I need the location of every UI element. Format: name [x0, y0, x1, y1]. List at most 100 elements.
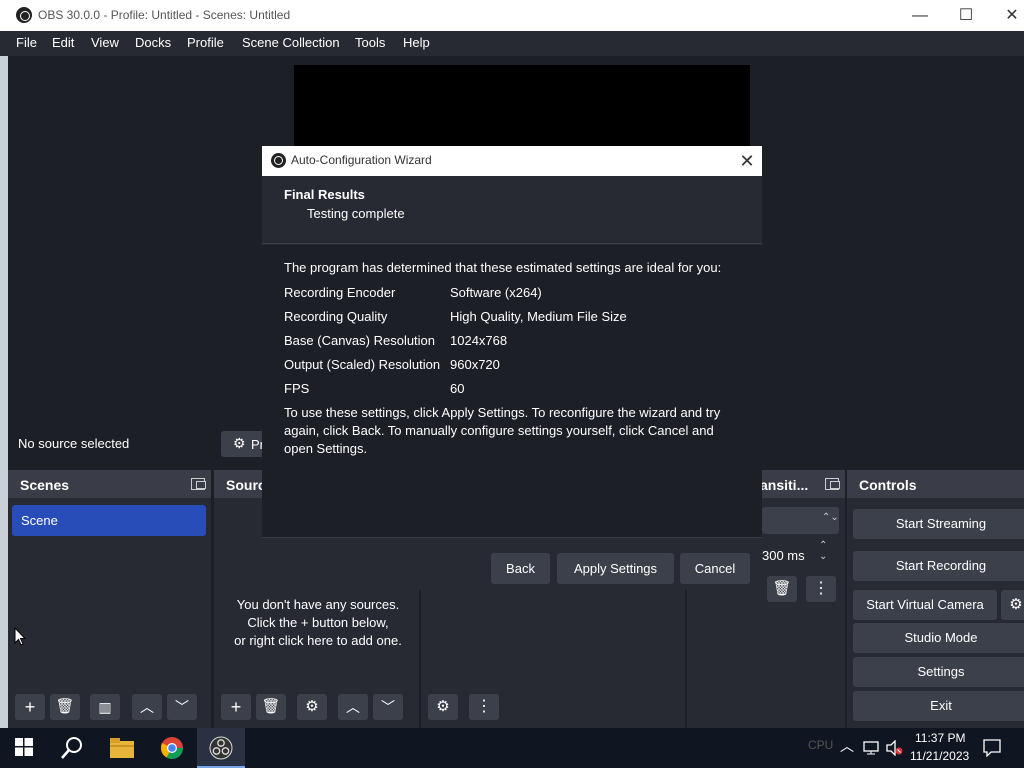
notifications-icon[interactable] — [983, 739, 1001, 757]
window-title: OBS 30.0.0 - Profile: Untitled - Scenes:… — [38, 8, 291, 22]
transition-select[interactable]: ⌃⌄ — [762, 507, 839, 534]
tray-time[interactable]: 11:37 PM — [915, 731, 965, 745]
dialog-header-subtitle: Testing complete — [307, 206, 405, 221]
menu-help[interactable]: Help — [403, 35, 430, 50]
menu-view[interactable]: View — [91, 35, 119, 50]
transitions-dock-title: ansiti... — [760, 477, 809, 493]
plus-icon: + — [24, 697, 36, 717]
exit-button[interactable]: Exit — [853, 691, 1024, 721]
dialog-intro: The program has determined that these es… — [284, 260, 722, 275]
minimize-button[interactable]: — — [897, 0, 943, 31]
mixer-menu-button[interactable]: ⋮ — [469, 694, 499, 720]
setting-label: Base (Canvas) Resolution — [284, 333, 436, 348]
dialog-close-button[interactable]: ✕ — [736, 150, 758, 172]
obs-logo-icon — [16, 7, 32, 23]
search-icon[interactable] — [60, 736, 84, 760]
tray-chevron-up-icon[interactable]: ︿ — [840, 736, 854, 756]
setting-label: Recording Quality — [284, 309, 388, 324]
volume-muted-icon[interactable] — [886, 740, 904, 756]
desktop-edge — [0, 56, 8, 728]
chrome-icon[interactable] — [160, 736, 184, 760]
mixer-settings-button[interactable]: ⚙ — [428, 694, 458, 720]
updown-icon: ⌃⌄ — [822, 512, 839, 523]
menu-scene-collection[interactable]: Scene Collection — [242, 35, 340, 50]
gear-icon: ⚙ — [436, 698, 450, 715]
setting-label: FPS — [284, 381, 310, 396]
plus-icon: + — [230, 697, 242, 717]
chevron-up-icon: ︿ — [346, 699, 360, 715]
dialog-note: To use these settings, click Apply Setti… — [284, 405, 721, 456]
windows-start-icon[interactable] — [15, 738, 33, 756]
empty-sources-message[interactable]: You don't have any sources. Click the + … — [216, 596, 420, 650]
virtual-camera-settings-button[interactable]: ⚙ — [1001, 590, 1024, 620]
setting-value: High Quality, Medium File Size — [450, 309, 627, 324]
move-source-down-button[interactable]: ﹀ — [373, 694, 403, 720]
remove-source-button[interactable]: 🗑 — [256, 694, 286, 720]
no-source-label: No source selected — [18, 436, 130, 451]
filter-icon: ▥ — [98, 699, 112, 715]
scene-list-item[interactable]: Scene — [12, 505, 206, 536]
undock-icon[interactable] — [191, 478, 206, 490]
scene-filters-button[interactable]: ▥ — [90, 694, 120, 720]
start-recording-button[interactable]: Start Recording — [853, 551, 1024, 581]
apply-settings-button[interactable]: Apply Settings — [557, 553, 674, 584]
start-streaming-button[interactable]: Start Streaming — [853, 509, 1024, 539]
tray-date[interactable]: 11/21/2023 — [910, 749, 969, 763]
menu-tools[interactable]: Tools — [355, 35, 385, 50]
empty-sources-line1: You don't have any sources. — [236, 597, 400, 612]
remove-transition-button[interactable]: 🗑 — [767, 576, 797, 602]
gear-icon: ⚙ — [233, 435, 246, 451]
menu-docks[interactable]: Docks — [135, 35, 171, 50]
move-scene-up-button[interactable]: ︿ — [132, 694, 162, 720]
setting-value: 960x720 — [450, 357, 500, 372]
chevron-down-icon: ﹀ — [381, 699, 395, 715]
mouse-cursor-icon — [14, 627, 26, 646]
obs-logo-icon — [271, 153, 286, 168]
network-icon[interactable] — [862, 740, 880, 756]
more-vertical-icon: ⋮ — [476, 698, 492, 715]
file-explorer-icon[interactable] — [110, 738, 134, 758]
cpu-indicator: CPU — [808, 738, 834, 752]
sources-dock-title: Sourc — [226, 477, 266, 493]
empty-sources-line2: Click the + button below, — [247, 615, 389, 630]
setting-label: Output (Scaled) Resolution — [284, 357, 441, 372]
setting-value: 60 — [450, 381, 465, 396]
studio-mode-button[interactable]: Studio Mode — [853, 623, 1024, 653]
chevron-down-icon: ﹀ — [175, 699, 189, 715]
add-source-button[interactable]: + — [221, 694, 251, 720]
start-virtual-camera-button[interactable]: Start Virtual Camera — [853, 590, 997, 620]
close-window-button[interactable]: ✕ — [989, 0, 1024, 31]
menu-profile[interactable]: Profile — [187, 35, 224, 50]
preview-canvas[interactable] — [294, 65, 750, 153]
move-source-up-button[interactable]: ︿ — [338, 694, 368, 720]
source-properties-button[interactable]: ⚙ — [297, 694, 327, 720]
trash-icon: 🗑 — [55, 698, 75, 715]
transition-duration[interactable]: 300 ms — [762, 548, 805, 563]
dialog-header-title: Final Results — [284, 187, 365, 202]
controls-dock-header: Controls — [847, 470, 1024, 498]
menu-edit[interactable]: Edit — [52, 35, 74, 50]
maximize-button[interactable]: ☐ — [943, 0, 989, 31]
obs-taskbar-item[interactable] — [197, 728, 245, 768]
duration-spin-icon[interactable]: ⌃ ⌄ — [819, 540, 827, 562]
settings-button[interactable]: Settings — [853, 657, 1024, 687]
move-scene-down-button[interactable]: ﹀ — [167, 694, 197, 720]
add-scene-button[interactable]: + — [15, 694, 45, 720]
chevron-up-icon: ︿ — [140, 699, 154, 715]
gear-icon: ⚙ — [305, 698, 319, 715]
obs-icon — [209, 736, 233, 760]
remove-scene-button[interactable]: 🗑 — [50, 694, 80, 720]
window-titlebar: OBS 30.0.0 - Profile: Untitled - Scenes:… — [0, 0, 1024, 31]
scenes-dock-title: Scenes — [20, 477, 70, 493]
back-button[interactable]: Back — [491, 553, 550, 584]
menu-bar: File Edit View Docks Profile Scene Colle… — [0, 31, 1024, 56]
transition-menu-button[interactable]: ⋮ — [806, 576, 836, 602]
undock-icon[interactable] — [825, 478, 840, 490]
cancel-button[interactable]: Cancel — [680, 553, 750, 584]
scenes-dock-header: Scenes — [8, 470, 211, 498]
menu-file[interactable]: File — [16, 35, 37, 50]
more-vertical-icon: ⋮ — [813, 580, 829, 597]
controls-dock-title: Controls — [859, 477, 917, 493]
gear-icon: ⚙ — [1009, 596, 1023, 613]
empty-sources-line3: or right click here to add one. — [234, 633, 402, 648]
